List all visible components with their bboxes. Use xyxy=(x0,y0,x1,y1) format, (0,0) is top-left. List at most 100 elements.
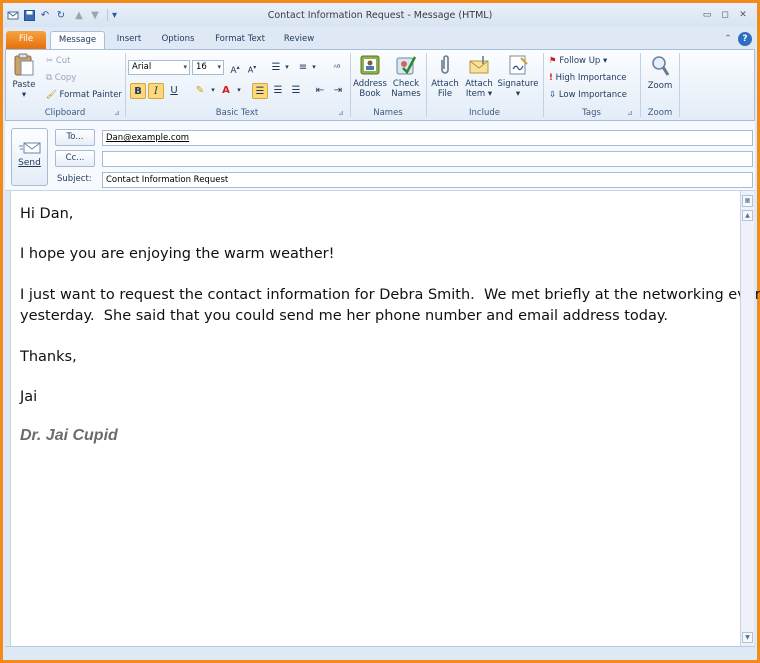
low-importance-button[interactable]: ⇩ Low Importance xyxy=(549,90,627,100)
tags-launcher-icon[interactable]: ⊿ xyxy=(627,109,633,117)
attach-item-label-1: Attach xyxy=(465,79,493,89)
attach-file-label-2: File xyxy=(437,89,453,99)
clear-formatting-icon[interactable]: ᴬᴮ xyxy=(329,60,345,76)
decrease-indent-icon[interactable]: ⇤ xyxy=(312,83,328,99)
align-right-icon[interactable]: ☰ xyxy=(288,83,304,99)
check-names-label-1: Check xyxy=(392,79,420,89)
signature-button[interactable]: Signature ▾ xyxy=(496,54,540,99)
subject-field[interactable]: Contact Information Request xyxy=(102,172,753,188)
attach-file-label-1: Attach xyxy=(431,79,459,89)
chevron-down-icon: ▾ xyxy=(183,63,187,71)
tab-review[interactable]: Review xyxy=(279,31,319,49)
include-group-label: Include xyxy=(469,108,500,118)
help-icon[interactable]: ? xyxy=(738,32,752,46)
follow-up-label: Follow Up ▾ xyxy=(559,56,608,66)
follow-up-button[interactable]: ⚑ Follow Up ▾ xyxy=(549,56,607,66)
align-left-icon[interactable]: ☰ xyxy=(252,83,268,99)
address-book-label-1: Address xyxy=(353,79,387,89)
bullets-dropdown-icon[interactable]: ▾ xyxy=(279,60,295,76)
group-separator xyxy=(679,53,680,117)
message-header: Send To... Cc... Subject: Dan@example.co… xyxy=(5,121,755,191)
font-name-select[interactable]: Arial ▾ xyxy=(128,60,190,75)
high-importance-label: High Importance xyxy=(555,73,627,83)
check-names-button[interactable]: Check Names xyxy=(389,54,423,99)
title-bar: ↶ ↻ ▲ ▼ ▾ Contact Information Request - … xyxy=(3,3,757,27)
address-book-label-2: Book xyxy=(359,89,381,99)
names-group-label: Names xyxy=(373,108,403,118)
copy-button[interactable]: ⧉ Copy xyxy=(46,73,76,83)
tab-options[interactable]: Options xyxy=(155,31,201,49)
tab-insert[interactable]: Insert xyxy=(111,31,147,49)
minimize-icon[interactable]: ▭ xyxy=(701,9,713,21)
minimize-ribbon-icon[interactable]: ⌃ xyxy=(722,33,734,45)
name-text: Jai xyxy=(20,389,38,405)
grow-font-icon[interactable]: A▴ xyxy=(227,60,243,76)
ribbon: Paste ▾ ✂ Cut ⧉ Copy 🖌 Format Painter Cl… xyxy=(5,49,755,121)
format-painter-button[interactable]: 🖌 Format Painter xyxy=(46,90,122,100)
scissors-icon: ✂ xyxy=(46,56,54,66)
attach-item-button[interactable]: Attach Item ▾ xyxy=(462,54,496,99)
scroll-down-icon[interactable]: ▼ xyxy=(742,632,753,643)
maximize-icon[interactable]: ◻ xyxy=(719,9,731,21)
attach-file-button[interactable]: Attach File xyxy=(429,54,461,99)
tab-format-text[interactable]: Format Text xyxy=(209,31,271,49)
bold-button[interactable]: B xyxy=(130,83,146,99)
address-book-button[interactable]: Address Book xyxy=(353,54,387,99)
low-importance-label: Low Importance xyxy=(558,90,627,100)
basic-text-launcher-icon[interactable]: ⊿ xyxy=(338,109,344,117)
exclamation-icon: ! xyxy=(549,73,553,83)
closing-text: Thanks, xyxy=(20,349,77,365)
check-names-icon xyxy=(395,54,417,79)
cc-button[interactable]: Cc... xyxy=(55,150,95,167)
font-size-select[interactable]: 16 ▾ xyxy=(192,60,224,75)
message-body[interactable]: Hi Dan, I hope you are enjoying the warm… xyxy=(10,191,760,646)
clipboard-icon xyxy=(13,53,35,80)
font-size-value: 16 xyxy=(196,62,207,72)
send-label: Send xyxy=(18,158,41,168)
vertical-scrollbar[interactable]: ▦ ▲ ▼ xyxy=(740,191,754,646)
to-field[interactable]: Dan@example.com xyxy=(102,130,753,146)
tab-file[interactable]: File xyxy=(6,31,46,49)
format-painter-icon: 🖌 xyxy=(46,90,57,100)
italic-button[interactable]: I xyxy=(148,83,164,99)
zoom-group-label: Zoom xyxy=(647,108,673,118)
address-book-icon xyxy=(359,54,381,79)
copy-icon: ⧉ xyxy=(46,73,53,83)
underline-button[interactable]: U xyxy=(166,83,182,99)
signature-icon xyxy=(507,54,529,79)
to-button[interactable]: To... xyxy=(55,129,95,146)
attach-item-label-2: Item ▾ xyxy=(465,89,493,99)
zoom-label: Zoom xyxy=(647,81,673,91)
signature-label-2: ▾ xyxy=(515,89,521,99)
increase-indent-icon[interactable]: ⇥ xyxy=(330,83,346,99)
send-icon xyxy=(18,141,41,158)
paste-dropdown-icon[interactable]: ▾ xyxy=(22,90,26,100)
body-line-2b: yesterday. She said that you could send … xyxy=(20,308,669,324)
bottom-bar xyxy=(5,646,755,660)
clipboard-launcher-icon[interactable]: ⊿ xyxy=(114,109,120,117)
high-importance-button[interactable]: ! High Importance xyxy=(549,73,627,83)
basic-text-group-label: Basic Text xyxy=(215,108,259,118)
send-button[interactable]: Send xyxy=(11,128,48,186)
align-center-icon[interactable]: ☰ xyxy=(270,83,286,99)
chevron-down-icon: ▾ xyxy=(217,63,221,71)
ribbon-tabs: File Message Insert Options Format Text … xyxy=(3,27,757,49)
numbering-dropdown-icon[interactable]: ▾ xyxy=(306,60,322,76)
cut-button[interactable]: ✂ Cut xyxy=(46,56,70,66)
window-title: Contact Information Request - Message (H… xyxy=(267,10,493,21)
font-name-value: Arial xyxy=(132,62,152,72)
zoom-button[interactable]: Zoom xyxy=(643,54,677,91)
check-names-label-2: Names xyxy=(391,89,421,99)
outlook-message-window: ↶ ↻ ▲ ▼ ▾ Contact Information Request - … xyxy=(0,0,760,663)
copy-label: Copy xyxy=(54,73,77,83)
ruler-icon[interactable]: ▦ xyxy=(742,195,753,207)
paste-button[interactable]: Paste ▾ xyxy=(9,53,39,100)
tab-message[interactable]: Message xyxy=(50,31,105,49)
close-icon[interactable]: ✕ xyxy=(737,9,749,21)
cc-field[interactable] xyxy=(102,151,753,167)
magnifier-icon xyxy=(649,54,671,81)
shrink-font-icon[interactable]: A▾ xyxy=(244,60,260,76)
scroll-up-icon[interactable]: ▲ xyxy=(742,210,753,221)
signature-label-1: Signature xyxy=(497,79,539,89)
font-color-dropdown-icon[interactable]: ▾ xyxy=(231,83,247,99)
